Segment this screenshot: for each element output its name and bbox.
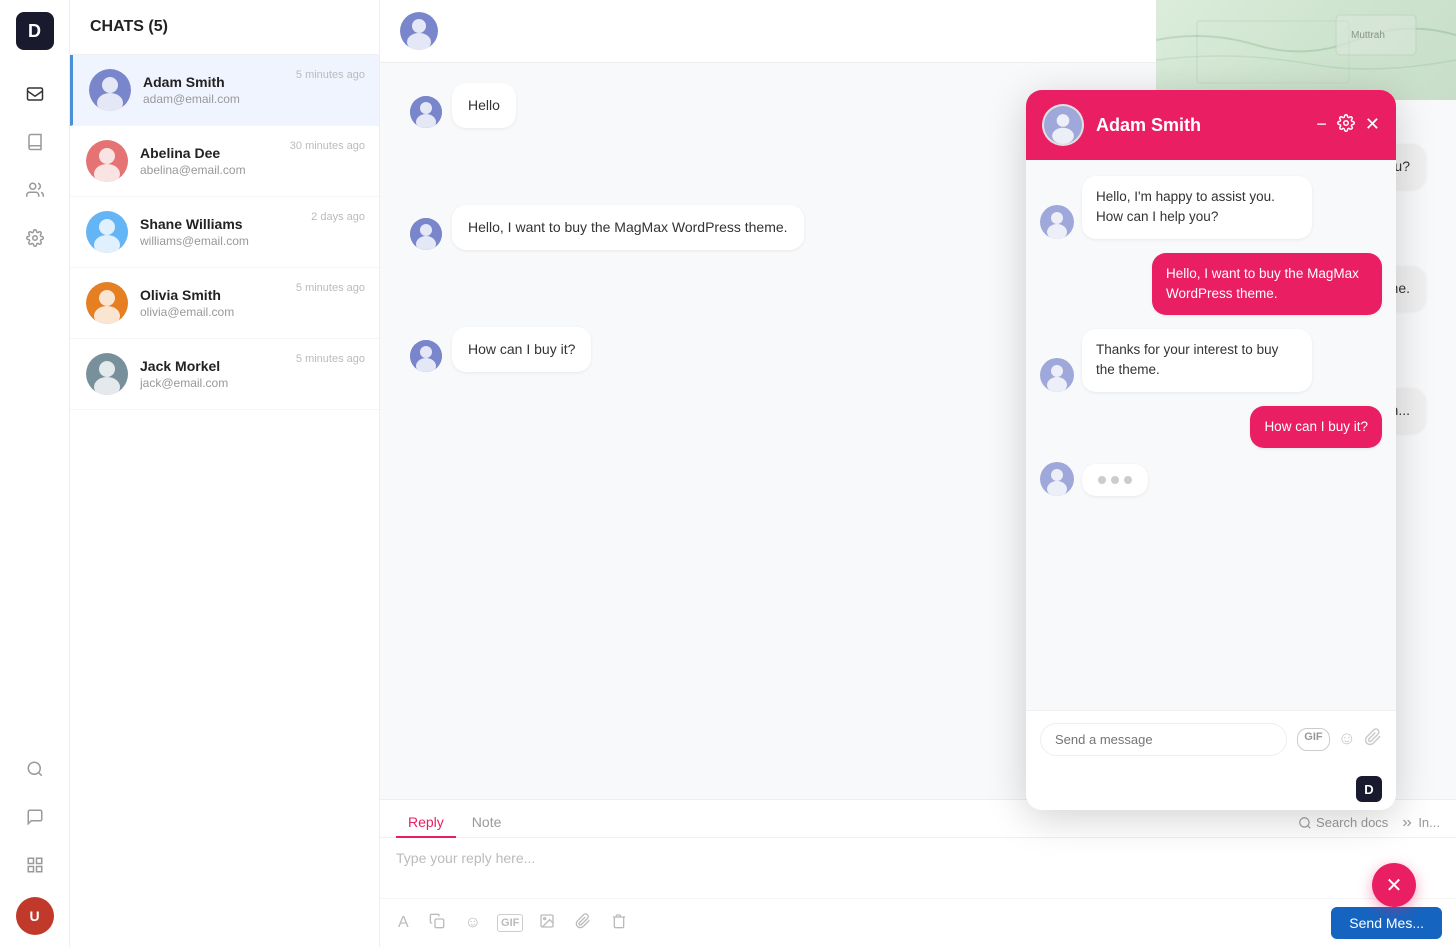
- popup-close-button[interactable]: ✕: [1365, 114, 1380, 137]
- popup-typing-avatar: [1040, 462, 1074, 496]
- chat-time-abelina: 30 minutes ago: [290, 140, 365, 152]
- chat-item-jack[interactable]: Jack Morkel jack@email.com 5 minutes ago: [70, 339, 379, 410]
- chat-list-panel: CHATS (5) Adam Smith adam@email.com 5 mi…: [70, 0, 380, 947]
- search-docs-button[interactable]: Search docs: [1298, 815, 1388, 830]
- popup-footer: D: [1026, 768, 1396, 810]
- attach-icon[interactable]: [571, 909, 595, 938]
- chat-time-shane: 2 days ago: [311, 211, 365, 223]
- popup-header-name: Adam Smith: [1096, 115, 1304, 136]
- popup-avatar: [1042, 104, 1084, 146]
- popup-msg-avatar-3: [1040, 358, 1074, 392]
- popup-msg-row-4: How can I buy it?: [1040, 406, 1382, 448]
- nav-icon-grid[interactable]: [15, 845, 55, 885]
- nav-icon-search[interactable]: [15, 749, 55, 789]
- map-background: Muttrah: [1156, 0, 1456, 100]
- reply-tab-actions: Search docs In...: [1298, 815, 1440, 830]
- chat-email-shane: williams@email.com: [140, 234, 363, 248]
- chat-item-abelina[interactable]: Abelina Dee abelina@email.com 30 minutes…: [70, 126, 379, 197]
- reply-area: Reply Note Search docs In... Type your r…: [380, 799, 1456, 947]
- gif-icon[interactable]: GIF: [497, 914, 523, 932]
- popup-msg-row-3: Thanks for your interest to buy the them…: [1040, 329, 1382, 392]
- chat-header-avatar: [400, 12, 438, 50]
- emoji-icon[interactable]: ☺: [461, 910, 485, 936]
- msg-avatar-1: [410, 96, 442, 128]
- insert-button[interactable]: In...: [1400, 815, 1440, 830]
- popup-settings-button[interactable]: [1337, 114, 1355, 137]
- text-format-icon[interactable]: A: [394, 910, 413, 936]
- reply-toolbar: A ☺ GIF Send Mes...: [380, 898, 1456, 947]
- message-bubble-1: Hello: [452, 83, 516, 128]
- chat-item-olivia[interactable]: Olivia Smith olivia@email.com 5 minutes …: [70, 268, 379, 339]
- typing-indicator: [1082, 464, 1148, 496]
- reply-tab-reply[interactable]: Reply: [396, 808, 456, 838]
- copy-icon[interactable]: [425, 909, 449, 938]
- chat-email-adam: adam@email.com: [143, 92, 363, 106]
- app-logo: D: [16, 12, 54, 50]
- popup-input-tools: GIF ☺: [1297, 728, 1382, 751]
- popup-bubble-1: Hello, I'm happy to assist you. How can …: [1082, 176, 1312, 239]
- reply-placeholder: Type your reply here...: [396, 850, 535, 866]
- chat-time-adam: 5 minutes ago: [296, 69, 365, 81]
- avatar-adam: [89, 69, 131, 111]
- popup-attach-button[interactable]: [1364, 728, 1382, 751]
- popup-bubble-4: How can I buy it?: [1250, 406, 1382, 448]
- nav-icon-contacts[interactable]: [15, 170, 55, 210]
- svg-text:Muttrah: Muttrah: [1351, 30, 1385, 41]
- chat-item-shane[interactable]: Shane Williams williams@email.com 2 days…: [70, 197, 379, 268]
- popup-bubble-2: Hello, I want to buy the MagMax WordPres…: [1152, 253, 1382, 316]
- image-icon[interactable]: [535, 909, 559, 938]
- chat-email-jack: jack@email.com: [140, 376, 363, 390]
- nav-icon-settings[interactable]: [15, 218, 55, 258]
- popup-gif-button[interactable]: GIF: [1297, 728, 1329, 751]
- popup-bubble-3: Thanks for your interest to buy the them…: [1082, 329, 1312, 392]
- user-avatar-sidebar[interactable]: U: [16, 897, 54, 935]
- popup-messages: Hello, I'm happy to assist you. How can …: [1026, 160, 1396, 710]
- chat-list-header: CHATS (5): [70, 0, 379, 55]
- chat-time-olivia: 5 minutes ago: [296, 282, 365, 294]
- reply-tab-note[interactable]: Note: [460, 808, 514, 838]
- msg-avatar-3: [410, 218, 442, 250]
- nav-icon-book[interactable]: [15, 122, 55, 162]
- avatar-abelina: [86, 140, 128, 182]
- popup-minimize-button[interactable]: −: [1316, 114, 1327, 137]
- avatar-jack: [86, 353, 128, 395]
- message-bubble-5: How can I buy it?: [452, 327, 591, 372]
- popup-msg-row-1: Hello, I'm happy to assist you. How can …: [1040, 176, 1382, 239]
- popup-chat-window: Adam Smith − ✕ Hello, I'm happy to assis…: [1026, 90, 1396, 810]
- popup-msg-avatar-1: [1040, 205, 1074, 239]
- popup-typing-row: [1040, 462, 1382, 496]
- chat-email-olivia: olivia@email.com: [140, 305, 363, 319]
- send-message-button[interactable]: Send Mes...: [1331, 907, 1442, 939]
- message-bubble-3: Hello, I want to buy the MagMax WordPres…: [452, 205, 804, 250]
- chat-time-jack: 5 minutes ago: [296, 353, 365, 365]
- avatar-shane: [86, 211, 128, 253]
- popup-header-actions: − ✕: [1316, 114, 1380, 137]
- close-fab-button[interactable]: ✕: [1372, 863, 1416, 907]
- chat-item-adam[interactable]: Adam Smith adam@email.com 5 minutes ago: [70, 55, 379, 126]
- nav-icon-chat[interactable]: [15, 797, 55, 837]
- chat-email-abelina: abelina@email.com: [140, 163, 363, 177]
- powered-by-logo: D: [1356, 776, 1382, 802]
- msg-avatar-5: [410, 340, 442, 372]
- reply-input-area[interactable]: Type your reply here...: [380, 838, 1456, 898]
- popup-header: Adam Smith − ✕: [1026, 90, 1396, 160]
- icon-sidebar: D U: [0, 0, 70, 947]
- popup-emoji-button[interactable]: ☺: [1338, 728, 1356, 751]
- popup-input-area: GIF ☺: [1026, 710, 1396, 768]
- avatar-olivia: [86, 282, 128, 324]
- popup-message-input[interactable]: [1040, 723, 1287, 756]
- popup-msg-row-2: Hello, I want to buy the MagMax WordPres…: [1040, 253, 1382, 316]
- nav-icon-inbox[interactable]: [15, 74, 55, 114]
- delete-icon[interactable]: [607, 909, 631, 938]
